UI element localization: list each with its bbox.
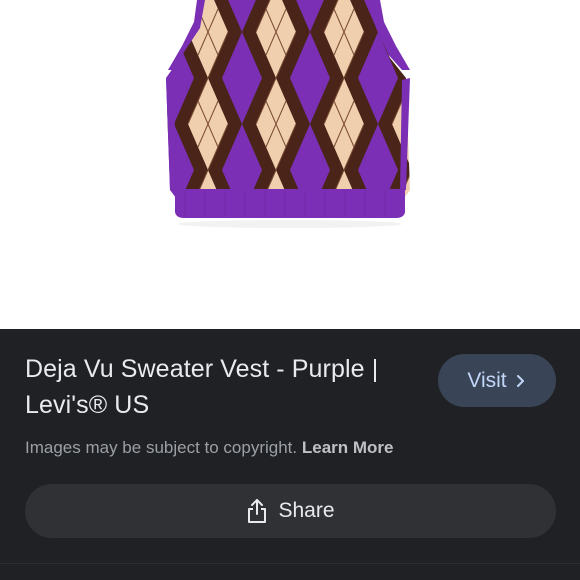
share-icon [248,499,267,523]
sweater-vest-image [166,0,410,228]
share-button[interactable]: Share [25,484,556,538]
copyright-text: Images may be subject to copyright. [25,438,298,457]
result-title[interactable]: Deja Vu Sweater Vest - Purple | Levi's® … [25,351,425,423]
visit-button[interactable]: Visit [438,354,556,407]
divider [0,563,580,564]
result-info-panel: Deja Vu Sweater Vest - Purple | Levi's® … [0,329,580,580]
chevron-right-icon [516,374,524,387]
copyright-notice: Images may be subject to copyright. Lear… [25,438,394,458]
visit-label: Visit [467,368,507,392]
product-image-area[interactable] [0,0,580,329]
learn-more-link[interactable]: Learn More [302,438,394,457]
share-label: Share [278,499,335,522]
